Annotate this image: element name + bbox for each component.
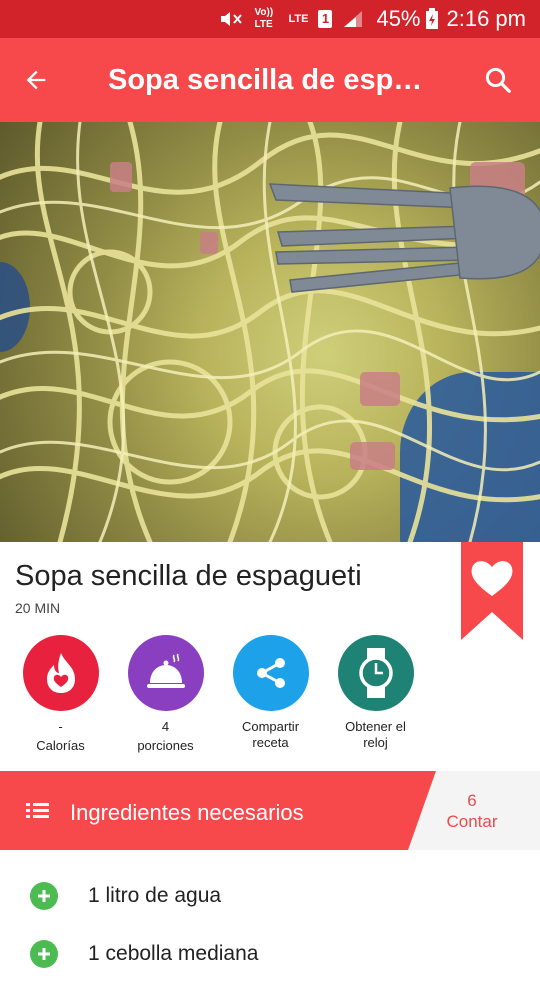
signal-icon xyxy=(342,9,364,29)
servings-value: 4 xyxy=(161,719,170,734)
arrow-back-icon[interactable] xyxy=(0,38,72,122)
mute-icon xyxy=(218,9,244,29)
page-title: Sopa sencilla de espag… xyxy=(108,63,456,96)
servings-button[interactable]: 4 porciones xyxy=(113,635,218,754)
volte-icon: Vo)) LTE xyxy=(254,7,274,30)
ingredients-title: Ingredientes necesarios xyxy=(70,800,304,825)
servings-label: porciones xyxy=(137,738,194,753)
recipe-actions: - Calorías 4 porciones Compartir receta … xyxy=(0,634,540,754)
get-watch-button[interactable]: Obtener el reloj xyxy=(323,635,428,751)
sim1-icon: 1 xyxy=(318,10,333,28)
share-icon xyxy=(232,635,309,711)
calories-button[interactable]: - Calorías xyxy=(8,635,113,754)
ingredients-count[interactable]: 6 Contar xyxy=(420,790,524,832)
app-bar: Sopa sencilla de espag… xyxy=(0,38,540,122)
watch-label-1: Obtener el xyxy=(345,719,406,734)
flame-heart-icon xyxy=(22,635,99,711)
watch-icon xyxy=(337,635,414,711)
share-recipe-button[interactable]: Compartir receta xyxy=(218,635,323,751)
watch-label-2: reloj xyxy=(363,735,388,750)
list-item[interactable]: 1 cebolla mediana xyxy=(0,926,540,982)
favorite-button[interactable] xyxy=(461,542,523,640)
cloche-icon xyxy=(127,635,204,711)
calories-label: Calorías xyxy=(36,738,85,753)
list-icon xyxy=(26,800,50,827)
plus-icon[interactable] xyxy=(30,882,58,910)
battery-charging-icon xyxy=(425,8,439,30)
count-value: 6 xyxy=(467,791,477,810)
plus-icon[interactable] xyxy=(30,940,58,968)
ingredient-text: 1 cebolla mediana xyxy=(88,942,259,965)
spaghetti-illustration xyxy=(0,122,540,542)
count-label: Contar xyxy=(446,812,498,831)
battery-percent: 45% xyxy=(376,6,421,31)
list-item[interactable]: 1 litro de agua xyxy=(0,868,540,924)
calories-value: - xyxy=(58,719,63,734)
search-icon[interactable] xyxy=(456,38,540,122)
recipe-time: 20 MIN xyxy=(15,600,61,616)
recipe-photo xyxy=(0,122,540,542)
clock: 2:16 pm xyxy=(446,6,527,31)
status-bar: Vo)) LTE LTE 1 45% 2:16 pm xyxy=(0,0,540,38)
recipe-name: Sopa sencilla de espagueti xyxy=(15,560,362,592)
fork xyxy=(268,183,540,293)
share-label-2: receta xyxy=(252,735,289,750)
lte-data-icon: LTE xyxy=(288,13,309,25)
ingredient-text: 1 litro de agua xyxy=(88,884,222,907)
share-label-1: Compartir xyxy=(241,719,300,734)
